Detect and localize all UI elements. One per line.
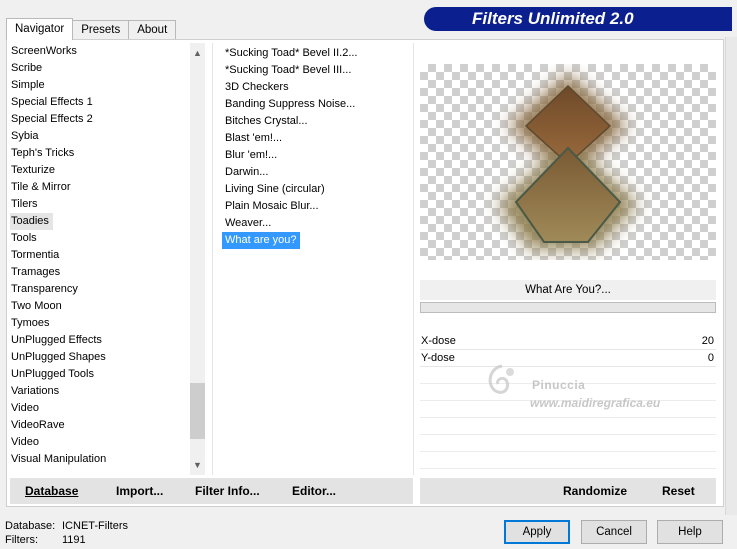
- category-item[interactable]: Sybia: [10, 128, 188, 145]
- category-item[interactable]: Visual Manipulation: [10, 451, 188, 468]
- chevron-up-icon[interactable]: ▲: [190, 45, 205, 61]
- apply-button[interactable]: Apply: [504, 520, 570, 544]
- category-item[interactable]: Texturize: [10, 162, 188, 179]
- category-item[interactable]: UnPlugged Shapes: [10, 349, 188, 366]
- tab-presets[interactable]: Presets: [72, 20, 130, 40]
- category-item[interactable]: Tormentia: [10, 247, 188, 264]
- reset-button[interactable]: Reset: [662, 478, 695, 504]
- category-item[interactable]: Transparency: [10, 281, 188, 298]
- filters-label: Filters:: [5, 534, 38, 546]
- category-scrollbar[interactable]: ▲ ▼: [190, 43, 205, 475]
- param-empty-row: [420, 418, 716, 435]
- watermark: Pinuccia www.maidiregrafica.eu: [480, 358, 716, 414]
- filter-item[interactable]: Bitches Crystal...: [222, 113, 407, 130]
- filter-item[interactable]: Blur 'em!...: [222, 147, 407, 164]
- watermark-name: Pinuccia: [532, 378, 586, 392]
- category-item[interactable]: ScreenWorks: [10, 43, 188, 60]
- category-item[interactable]: Tramages: [10, 264, 188, 281]
- database-label: Database:: [5, 520, 56, 532]
- param-x-dose[interactable]: X-dose 20: [420, 333, 716, 350]
- right-button-strip: Randomize Reset: [420, 478, 716, 504]
- filter-item[interactable]: Weaver...: [222, 215, 407, 232]
- scrollbar-thumb[interactable]: [190, 383, 205, 439]
- category-item[interactable]: Two Moon: [10, 298, 188, 315]
- panel-divider: [413, 43, 414, 475]
- filter-item[interactable]: Banding Suppress Noise...: [222, 96, 407, 113]
- filter-title: What Are You?...: [420, 280, 716, 300]
- filter-item[interactable]: Blast 'em!...: [222, 130, 407, 147]
- category-item[interactable]: Simple: [10, 77, 188, 94]
- category-item[interactable]: UnPlugged Tools: [10, 366, 188, 383]
- window-edge: [725, 37, 737, 515]
- filter-list[interactable]: *Sucking Toad* Bevel II.2... *Sucking To…: [222, 45, 407, 249]
- category-item[interactable]: Special Effects 2: [10, 111, 188, 128]
- editor-button[interactable]: Editor...: [292, 478, 336, 504]
- database-value: ICNET-Filters: [62, 520, 128, 532]
- randomize-button[interactable]: Randomize: [563, 478, 627, 504]
- category-item[interactable]: Video: [10, 434, 188, 451]
- category-item[interactable]: Tools: [10, 230, 188, 247]
- app-banner: Filters Unlimited 2.0: [424, 7, 732, 31]
- category-item[interactable]: Tymoes: [10, 315, 188, 332]
- filter-item[interactable]: *Sucking Toad* Bevel III...: [222, 62, 407, 79]
- watermark-url: www.maidiregrafica.eu: [530, 396, 661, 410]
- tab-navigator[interactable]: Navigator: [6, 18, 74, 40]
- tab-about[interactable]: About: [128, 20, 177, 40]
- help-button[interactable]: Help: [657, 520, 723, 544]
- database-button[interactable]: Database: [25, 478, 78, 504]
- progress-bar: [420, 302, 716, 313]
- left-button-strip: Database Import... Filter Info... Editor…: [10, 478, 413, 504]
- import-button[interactable]: Import...: [116, 478, 163, 504]
- category-list[interactable]: ScreenWorks Scribe Simple Special Effect…: [10, 43, 188, 473]
- category-item[interactable]: Special Effects 1: [10, 94, 188, 111]
- filter-item[interactable]: *Sucking Toad* Bevel II.2...: [222, 45, 407, 62]
- filter-item-selected[interactable]: What are you?: [222, 232, 300, 249]
- category-item[interactable]: UnPlugged Effects: [10, 332, 188, 349]
- status-area: Database: ICNET-Filters Filters: 1191: [5, 519, 128, 547]
- category-item[interactable]: Video: [10, 400, 188, 417]
- param-name: X-dose: [421, 335, 456, 347]
- category-item[interactable]: Tilers: [10, 196, 188, 213]
- category-item[interactable]: Scribe: [10, 60, 188, 77]
- category-item[interactable]: Teph's Tricks: [10, 145, 188, 162]
- category-item[interactable]: Tile & Mirror: [10, 179, 188, 196]
- category-item-selected[interactable]: Toadies: [10, 213, 53, 230]
- watermark-logo-icon: [488, 364, 514, 394]
- filter-item[interactable]: 3D Checkers: [222, 79, 407, 96]
- preview-image: [420, 64, 716, 260]
- category-item[interactable]: Variations: [10, 383, 188, 400]
- chevron-down-icon[interactable]: ▼: [190, 457, 205, 473]
- param-name: Y-dose: [421, 352, 455, 364]
- param-empty-row: [420, 435, 716, 452]
- filter-item[interactable]: Darwin...: [222, 164, 407, 181]
- filter-info-button[interactable]: Filter Info...: [195, 478, 260, 504]
- cancel-button[interactable]: Cancel: [581, 520, 647, 544]
- filter-item[interactable]: Living Sine (circular): [222, 181, 407, 198]
- filter-item[interactable]: Plain Mosaic Blur...: [222, 198, 407, 215]
- category-item[interactable]: VideoRave: [10, 417, 188, 434]
- param-empty-row: [420, 452, 716, 469]
- param-value[interactable]: 20: [702, 333, 716, 349]
- tab-bar: Navigator Presets About: [6, 18, 177, 40]
- filters-count: 1191: [62, 534, 86, 546]
- preview-artwork: [498, 74, 638, 249]
- panel-divider: [212, 43, 213, 475]
